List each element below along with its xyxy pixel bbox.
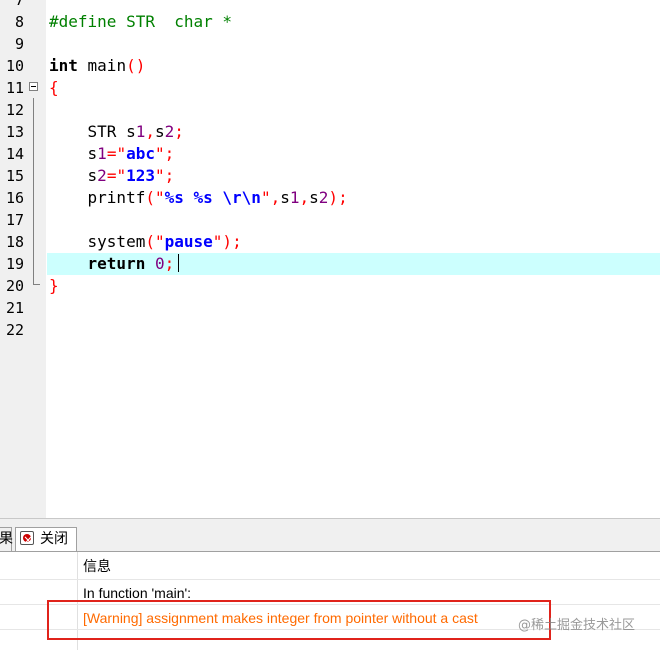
code-line[interactable]: 14 s1="abc";: [0, 143, 660, 165]
line-number: 17: [5, 211, 24, 229]
code-line[interactable]: 7: [0, 0, 660, 11]
line-number: 15: [5, 167, 24, 185]
message-column-header[interactable]: 信息: [83, 556, 111, 578]
code-text: s2="123";: [49, 166, 175, 185]
code-line[interactable]: 12: [0, 99, 660, 121]
code-line[interactable]: 11 {: [0, 77, 660, 99]
row-divider: [0, 579, 660, 580]
tab-results-label: 果: [0, 531, 13, 547]
code-text: s1="abc";: [49, 144, 175, 163]
fold-toggle-icon[interactable]: [29, 82, 38, 91]
line-number: 18: [5, 233, 24, 251]
code-line[interactable]: 18 system("pause");: [0, 231, 660, 253]
line-number: 21: [5, 299, 24, 317]
code-line[interactable]: 9: [0, 33, 660, 55]
code-editor[interactable]: 7 8 #define STR char * 9 10 int main() 11 {12 13…: [0, 0, 660, 518]
line-number: 22: [5, 321, 24, 339]
line-number: 16: [5, 189, 24, 207]
line-number: 7: [14, 0, 24, 9]
line-number: 14: [5, 145, 24, 163]
line-number: 10: [5, 57, 24, 75]
fold-guide: [33, 98, 34, 284]
line-number: 11: [5, 79, 24, 97]
code-line[interactable]: 19 return 0;: [0, 253, 660, 275]
code-text: system("pause");: [49, 232, 242, 251]
line-number: 19: [5, 255, 24, 273]
code-line[interactable]: 17: [0, 209, 660, 231]
close-icon: [20, 529, 34, 551]
line-number: 13: [5, 123, 24, 141]
code-line[interactable]: 15 s2="123";: [0, 165, 660, 187]
code-line[interactable]: 10 int main(): [0, 55, 660, 77]
code-text: }: [49, 276, 59, 295]
fold-guide-end: [33, 284, 40, 285]
tab-results[interactable]: 果: [0, 527, 13, 551]
highlight-box: [47, 600, 551, 640]
watermark: @稀土掘金技术社区: [518, 618, 636, 633]
text-caret: [178, 254, 179, 272]
code-line[interactable]: 22: [0, 319, 660, 341]
code-text: printf("%s %s \r\n",s1,s2);: [49, 188, 348, 207]
code-text: int main(): [49, 56, 146, 75]
code-line[interactable]: 20}: [0, 275, 660, 297]
code-line[interactable]: 13 STR s1,s2;: [0, 121, 660, 143]
bottom-panel-tabbar: 果 关闭: [0, 518, 660, 552]
code-text: {: [49, 78, 59, 97]
code-text: STR s1,s2;: [49, 122, 184, 141]
tab-close[interactable]: 关闭: [15, 527, 77, 551]
tab-close-label: 关闭: [40, 531, 68, 547]
code-line[interactable]: 8 #define STR char *: [0, 11, 660, 33]
code-line[interactable]: 16 printf("%s %s \r\n",s1,s2);: [0, 187, 660, 209]
code-line[interactable]: 21: [0, 297, 660, 319]
line-number: 20: [5, 277, 24, 295]
line-number: 9: [14, 35, 24, 53]
line-number: 12: [5, 101, 24, 119]
code-text: return 0;: [87, 254, 175, 273]
code-text: #define STR char *: [49, 12, 233, 31]
line-number: 8: [14, 13, 24, 31]
